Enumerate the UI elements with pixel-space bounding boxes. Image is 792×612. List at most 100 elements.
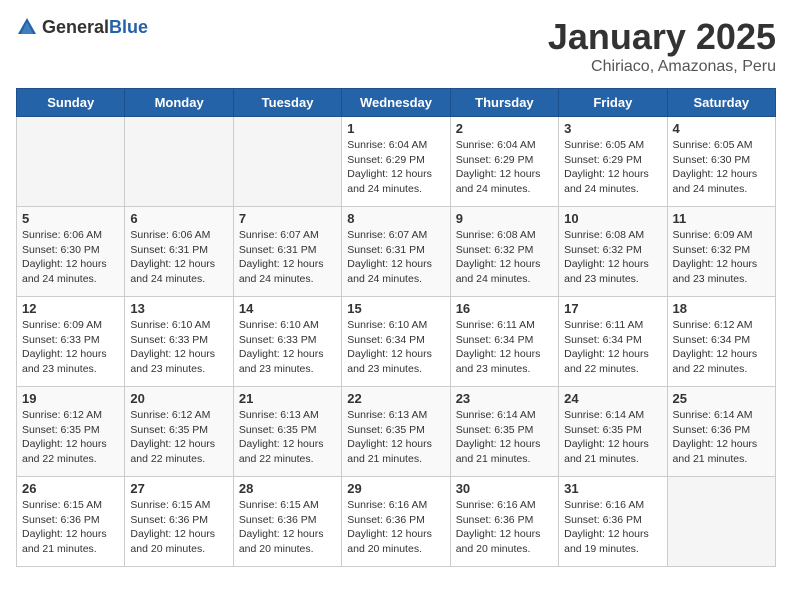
day-number: 13 [130, 301, 227, 316]
day-header-monday: Monday [125, 89, 233, 117]
day-number: 31 [564, 481, 661, 496]
day-cell: 8 Sunrise: 6:07 AM Sunset: 6:31 PM Daylig… [342, 207, 450, 297]
day-info: Sunrise: 6:12 AM Sunset: 6:35 PM Dayligh… [22, 408, 119, 467]
day-cell: 10 Sunrise: 6:08 AM Sunset: 6:32 PM Dayli… [559, 207, 667, 297]
day-info: Sunrise: 6:14 AM Sunset: 6:35 PM Dayligh… [456, 408, 553, 467]
day-number: 18 [673, 301, 770, 316]
day-number: 15 [347, 301, 444, 316]
week-row: 12Sunrise: 6:09 AM Sunset: 6:33 PM Dayli… [17, 297, 776, 387]
week-row: 26 Sunrise: 6:15 AM Sunset: 6:36 PM Dayli… [17, 477, 776, 567]
day-number: 14 [239, 301, 336, 316]
day-number: 7 [239, 211, 336, 226]
day-cell: 28 Sunrise: 6:15 AM Sunset: 6:36 PM Dayli… [233, 477, 341, 567]
day-number: 28 [239, 481, 336, 496]
day-info: Sunrise: 6:08 AM Sunset: 6:32 PM Dayligh… [564, 228, 661, 287]
day-header-saturday: Saturday [667, 89, 775, 117]
day-headers-row: SundayMondayTuesdayWednesdayThursdayFrid… [17, 89, 776, 117]
day-number: 26 [22, 481, 119, 496]
day-cell: 17Sunrise: 6:11 AM Sunset: 6:34 PM Dayli… [559, 297, 667, 387]
day-number: 29 [347, 481, 444, 496]
day-cell: 27 Sunrise: 6:15 AM Sunset: 6:36 PM Dayli… [125, 477, 233, 567]
day-cell [233, 117, 341, 207]
day-cell: 4Sunrise: 6:05 AM Sunset: 6:30 PM Daylig… [667, 117, 775, 207]
day-cell: 14 Sunrise: 6:10 AM Sunset: 6:33 PM Dayli… [233, 297, 341, 387]
day-header-thursday: Thursday [450, 89, 558, 117]
calendar-title: January 2025 [548, 16, 776, 58]
logo: GeneralBlue [16, 16, 148, 38]
day-number: 16 [456, 301, 553, 316]
calendar-subtitle: Chiriaco, Amazonas, Peru [548, 58, 776, 76]
day-cell [17, 117, 125, 207]
day-info: Sunrise: 6:07 AM Sunset: 6:31 PM Dayligh… [239, 228, 336, 287]
day-number: 25 [673, 391, 770, 406]
day-cell: 24 Sunrise: 6:14 AM Sunset: 6:35 PM Dayli… [559, 387, 667, 477]
day-number: 8 [347, 211, 444, 226]
day-number: 27 [130, 481, 227, 496]
day-number: 6 [130, 211, 227, 226]
day-cell: 12Sunrise: 6:09 AM Sunset: 6:33 PM Dayli… [17, 297, 125, 387]
day-header-sunday: Sunday [17, 89, 125, 117]
day-info: Sunrise: 6:08 AM Sunset: 6:32 PM Dayligh… [456, 228, 553, 287]
day-info: Sunrise: 6:13 AM Sunset: 6:35 PM Dayligh… [347, 408, 444, 467]
day-cell: 2 Sunrise: 6:04 AM Sunset: 6:29 PM Daylig… [450, 117, 558, 207]
day-cell [125, 117, 233, 207]
day-info: Sunrise: 6:15 AM Sunset: 6:36 PM Dayligh… [130, 498, 227, 557]
day-header-tuesday: Tuesday [233, 89, 341, 117]
day-number: 10 [564, 211, 661, 226]
day-info: Sunrise: 6:11 AM Sunset: 6:34 PM Dayligh… [564, 318, 661, 377]
day-info: Sunrise: 6:05 AM Sunset: 6:29 PM Dayligh… [564, 138, 661, 197]
day-info: Sunrise: 6:07 AM Sunset: 6:31 PM Dayligh… [347, 228, 444, 287]
day-cell: 15 Sunrise: 6:10 AM Sunset: 6:34 PM Dayli… [342, 297, 450, 387]
logo-text-general: General [42, 17, 109, 37]
day-cell: 21 Sunrise: 6:13 AM Sunset: 6:35 PM Dayli… [233, 387, 341, 477]
day-info: Sunrise: 6:10 AM Sunset: 6:33 PM Dayligh… [130, 318, 227, 377]
day-cell: 6 Sunrise: 6:06 AM Sunset: 6:31 PM Daylig… [125, 207, 233, 297]
day-cell: 7 Sunrise: 6:07 AM Sunset: 6:31 PM Daylig… [233, 207, 341, 297]
day-info: Sunrise: 6:10 AM Sunset: 6:33 PM Dayligh… [239, 318, 336, 377]
header: GeneralBlue January 2025 Chiriaco, Amazo… [16, 16, 776, 76]
logo-icon [16, 16, 38, 38]
day-number: 12 [22, 301, 119, 316]
day-info: Sunrise: 6:14 AM Sunset: 6:35 PM Dayligh… [564, 408, 661, 467]
day-number: 30 [456, 481, 553, 496]
day-info: Sunrise: 6:13 AM Sunset: 6:35 PM Dayligh… [239, 408, 336, 467]
day-number: 23 [456, 391, 553, 406]
day-info: Sunrise: 6:16 AM Sunset: 6:36 PM Dayligh… [347, 498, 444, 557]
day-info: Sunrise: 6:09 AM Sunset: 6:32 PM Dayligh… [673, 228, 770, 287]
day-cell: 23 Sunrise: 6:14 AM Sunset: 6:35 PM Dayli… [450, 387, 558, 477]
day-info: Sunrise: 6:11 AM Sunset: 6:34 PM Dayligh… [456, 318, 553, 377]
day-info: Sunrise: 6:16 AM Sunset: 6:36 PM Dayligh… [456, 498, 553, 557]
day-info: Sunrise: 6:12 AM Sunset: 6:34 PM Dayligh… [673, 318, 770, 377]
logo-text-blue: Blue [109, 17, 148, 37]
day-number: 4 [673, 121, 770, 136]
day-cell: 25Sunrise: 6:14 AM Sunset: 6:36 PM Dayli… [667, 387, 775, 477]
day-header-wednesday: Wednesday [342, 89, 450, 117]
day-cell: 16 Sunrise: 6:11 AM Sunset: 6:34 PM Dayli… [450, 297, 558, 387]
day-cell: 3Sunrise: 6:05 AM Sunset: 6:29 PM Daylig… [559, 117, 667, 207]
day-number: 5 [22, 211, 119, 226]
day-cell: 31Sunrise: 6:16 AM Sunset: 6:36 PM Dayli… [559, 477, 667, 567]
day-cell: 30 Sunrise: 6:16 AM Sunset: 6:36 PM Dayli… [450, 477, 558, 567]
day-info: Sunrise: 6:04 AM Sunset: 6:29 PM Dayligh… [456, 138, 553, 197]
week-row: 1Sunrise: 6:04 AM Sunset: 6:29 PM Daylig… [17, 117, 776, 207]
day-cell: 5Sunrise: 6:06 AM Sunset: 6:30 PM Daylig… [17, 207, 125, 297]
day-number: 2 [456, 121, 553, 136]
day-number: 22 [347, 391, 444, 406]
week-row: 5Sunrise: 6:06 AM Sunset: 6:30 PM Daylig… [17, 207, 776, 297]
day-info: Sunrise: 6:15 AM Sunset: 6:36 PM Dayligh… [239, 498, 336, 557]
day-cell [667, 477, 775, 567]
day-number: 21 [239, 391, 336, 406]
day-number: 24 [564, 391, 661, 406]
day-cell: 13 Sunrise: 6:10 AM Sunset: 6:33 PM Dayli… [125, 297, 233, 387]
day-info: Sunrise: 6:15 AM Sunset: 6:36 PM Dayligh… [22, 498, 119, 557]
day-info: Sunrise: 6:06 AM Sunset: 6:31 PM Dayligh… [130, 228, 227, 287]
day-cell: 11 Sunrise: 6:09 AM Sunset: 6:32 PM Dayli… [667, 207, 775, 297]
day-header-friday: Friday [559, 89, 667, 117]
day-cell: 26 Sunrise: 6:15 AM Sunset: 6:36 PM Dayli… [17, 477, 125, 567]
day-info: Sunrise: 6:10 AM Sunset: 6:34 PM Dayligh… [347, 318, 444, 377]
day-number: 11 [673, 211, 770, 226]
day-cell: 20Sunrise: 6:12 AM Sunset: 6:35 PM Dayli… [125, 387, 233, 477]
day-cell: 18 Sunrise: 6:12 AM Sunset: 6:34 PM Dayli… [667, 297, 775, 387]
day-info: Sunrise: 6:04 AM Sunset: 6:29 PM Dayligh… [347, 138, 444, 197]
day-cell: 19Sunrise: 6:12 AM Sunset: 6:35 PM Dayli… [17, 387, 125, 477]
